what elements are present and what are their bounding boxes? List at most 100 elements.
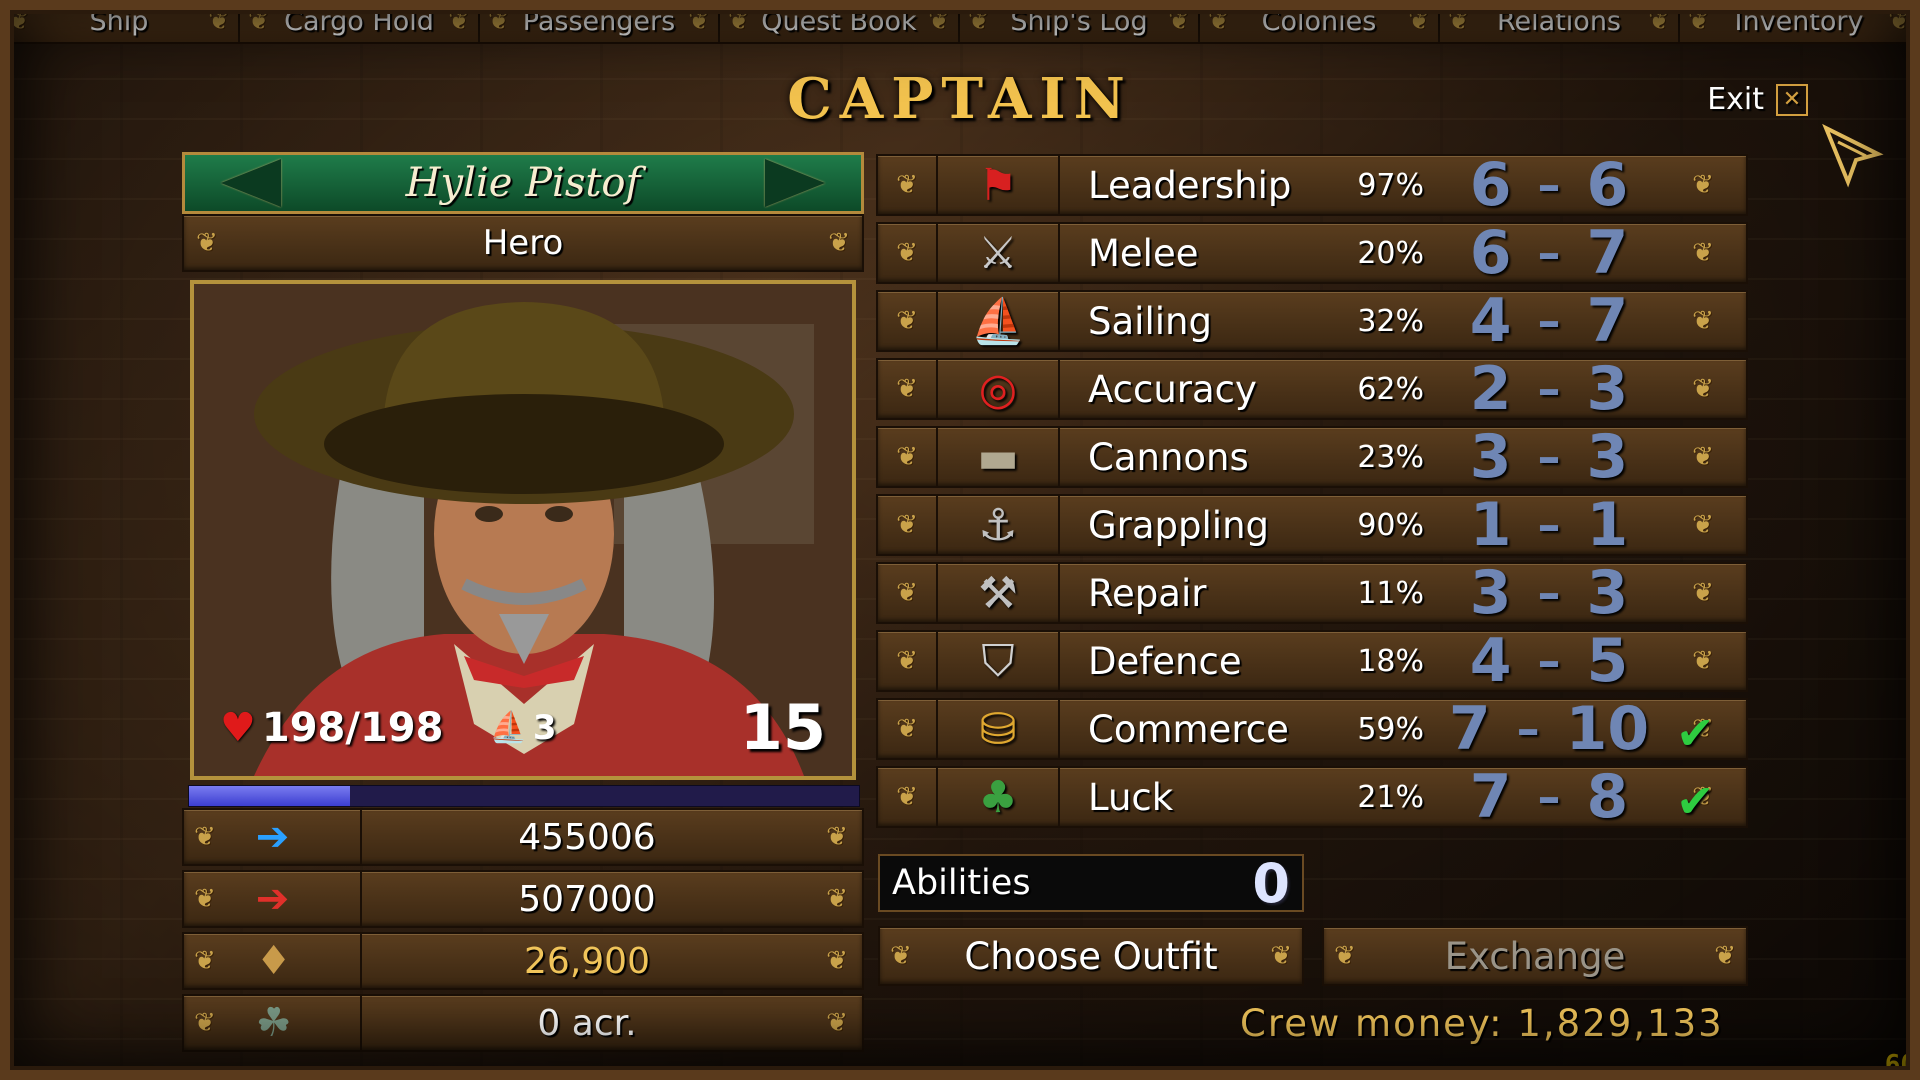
skill-row-accuracy[interactable]: ❦ ◎ Accuracy 62% 2–3 ❦ xyxy=(876,354,1748,424)
skill-max: 7 xyxy=(1586,218,1629,288)
ornament-icon: ❦ xyxy=(896,442,918,472)
tab-label: Relations xyxy=(1497,5,1621,37)
skill-max: 3 xyxy=(1586,422,1629,492)
crew-money: Crew money: 1,829,133 xyxy=(1240,1002,1724,1045)
tab-label: Ship's Log xyxy=(1010,5,1148,37)
money-bag-icon: ♦ xyxy=(255,938,292,984)
range-dash: – xyxy=(1537,294,1561,348)
prev-character-arrow-icon[interactable] xyxy=(221,159,281,207)
character-level: 15 xyxy=(739,691,826,764)
top-tab-bar: ❦ Ship ❦ ❦ Cargo Hold ❦ ❦ Passengers ❦ ❦ Quest Boo… xyxy=(0,0,1920,44)
blue-arrow-icon: ➔ xyxy=(255,814,290,860)
sailing-ship-icon: ⛵ xyxy=(936,292,1060,350)
skill-row-melee[interactable]: ❦ ⚔ Melee 20% 6–7 ❦ xyxy=(876,218,1748,288)
tab-ship[interactable]: ❦ Ship ❦ xyxy=(0,0,240,42)
hammer-saw-icon: ⚒ xyxy=(936,564,1060,622)
checkmark-icon: ✔ xyxy=(1676,774,1715,828)
ornament-icon: ❦ xyxy=(1448,6,1470,36)
character-name: Hylie Pistof xyxy=(405,160,641,206)
skill-min: 4 xyxy=(1469,286,1512,356)
skill-max: 1 xyxy=(1586,490,1629,560)
character-rank: Hero xyxy=(482,223,564,263)
skill-name: Repair xyxy=(1088,571,1207,615)
ornament-icon: ❦ xyxy=(1270,941,1292,971)
info-icon-cell: ❦ ➔ xyxy=(184,872,362,926)
ornament-icon: ❦ xyxy=(1688,6,1710,36)
skill-row-grappling[interactable]: ❦ ⚓ Grappling 90% 1–1 ❦ xyxy=(876,490,1748,560)
range-dash: – xyxy=(1537,770,1561,824)
choose-outfit-button[interactable]: ❦ Choose Outfit ❦ xyxy=(878,926,1304,986)
skill-range: 3–3 xyxy=(1424,422,1674,492)
rank-bar: ❦ Hero ❦ xyxy=(182,214,864,272)
compass-cursor-icon xyxy=(1822,123,1884,188)
ornament-icon: ❦ xyxy=(1208,6,1230,36)
skill-row-sailing[interactable]: ❦ ⛵ Sailing 32% 4–7 ❦ xyxy=(876,286,1748,356)
skill-min: 6 xyxy=(1469,150,1512,220)
skill-percent: 32% xyxy=(1357,303,1424,339)
ornament-icon: ❦ xyxy=(194,884,216,914)
skill-max: 8 xyxy=(1586,762,1629,832)
exit-button[interactable]: Exit ✕ xyxy=(1707,82,1808,117)
tab-cargo-hold[interactable]: ❦ Cargo Hold ❦ xyxy=(240,0,480,42)
skill-end: ❦ xyxy=(1674,444,1732,470)
skill-end: ❦ ✔ xyxy=(1674,706,1732,760)
tab-label: Ship xyxy=(89,5,149,37)
skill-max: 5 xyxy=(1586,626,1629,696)
tab-inventory[interactable]: ❦ Inventory ❦ xyxy=(1680,0,1920,42)
shield-icon: ⛉ xyxy=(936,632,1060,690)
ornament-icon: ❦ xyxy=(1714,941,1736,971)
close-icon[interactable]: ✕ xyxy=(1776,83,1808,116)
skill-range: 4–7 xyxy=(1424,286,1674,356)
abilities-button[interactable]: Abilities 0 xyxy=(878,852,1304,915)
clover-icon: ♣ xyxy=(936,768,1060,826)
ornament-icon: ❦ xyxy=(896,510,918,540)
skill-row-leadership[interactable]: ❦ ⚑ Leadership 97% 6–6 ❦ xyxy=(876,150,1748,220)
info-value: 507000 xyxy=(518,878,656,920)
tab-ship-s-log[interactable]: ❦ Ship's Log ❦ xyxy=(960,0,1200,42)
ornament-icon: ❦ xyxy=(896,782,918,812)
exchange-button[interactable]: ❦ Exchange ❦ xyxy=(1322,926,1748,986)
ornament-icon: ❦ xyxy=(488,6,510,36)
skill-row-luck[interactable]: ❦ ♣ Luck 21% 7–8 ❦ ✔ xyxy=(876,762,1748,832)
skill-max: 10 xyxy=(1565,694,1650,764)
ornament-icon: ❦ xyxy=(1692,510,1714,540)
skill-name: Grappling xyxy=(1088,503,1270,547)
ornament-icon: ❦ xyxy=(194,946,216,976)
skill-end: ❦ xyxy=(1674,376,1732,402)
tab-colonies[interactable]: ❦ Colonies ❦ xyxy=(1200,0,1440,42)
ornament-icon: ❦ xyxy=(248,6,270,36)
skill-row-defence[interactable]: ❦ ⛉ Defence 18% 4–5 ❦ xyxy=(876,626,1748,696)
ornament-icon: ❦ xyxy=(828,228,850,258)
tab-passengers[interactable]: ❦ Passengers ❦ xyxy=(480,0,720,42)
page-title: CAPTAIN xyxy=(787,66,1133,132)
info-value: 26,900 xyxy=(524,940,650,982)
skill-row-commerce[interactable]: ❦ ⛁ Commerce 59% 7–10 ❦ ✔ xyxy=(876,694,1748,764)
skill-min: 7 xyxy=(1448,694,1491,764)
skill-name: Commerce xyxy=(1088,707,1289,751)
info-value: 0 acr. xyxy=(537,1002,637,1044)
range-dash: – xyxy=(1537,430,1561,484)
cannon-icon: ▬ xyxy=(936,428,1060,486)
skill-range: 7–8 xyxy=(1424,762,1674,832)
skill-percent: 20% xyxy=(1357,235,1424,271)
ornament-icon: ❦ xyxy=(826,1008,848,1038)
range-dash: – xyxy=(1537,634,1561,688)
skill-name: Cannons xyxy=(1088,435,1249,479)
skill-row-repair[interactable]: ❦ ⚒ Repair 11% 3–3 ❦ xyxy=(876,558,1748,628)
ship-icon: ⛵ xyxy=(489,710,527,745)
skill-max: 7 xyxy=(1586,286,1629,356)
ornament-icon: ❦ xyxy=(728,6,750,36)
tab-relations[interactable]: ❦ Relations ❦ xyxy=(1440,0,1680,42)
heart-icon: ♥ xyxy=(220,704,256,751)
skill-name: Defence xyxy=(1088,639,1242,683)
ornament-icon: ❦ xyxy=(928,6,950,36)
skill-end: ❦ ✔ xyxy=(1674,774,1732,828)
range-dash: – xyxy=(1537,158,1561,212)
ornament-icon: ❦ xyxy=(208,6,230,36)
tab-quest-book[interactable]: ❦ Quest Book ❦ xyxy=(720,0,960,42)
range-dash: – xyxy=(1537,566,1561,620)
skill-end: ❦ xyxy=(1674,580,1732,606)
next-character-arrow-icon[interactable] xyxy=(765,159,825,207)
ornament-icon: ❦ xyxy=(890,941,912,971)
skill-row-cannons[interactable]: ❦ ▬ Cannons 23% 3–3 ❦ xyxy=(876,422,1748,492)
